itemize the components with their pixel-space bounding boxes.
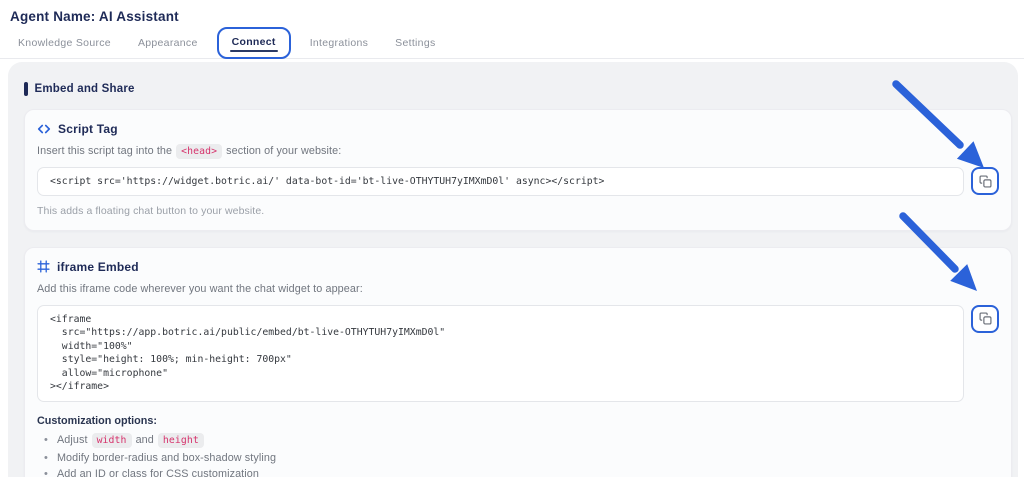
bullet-text: and — [135, 434, 154, 446]
iframe-code-box: <iframe src="https://app.botric.ai/publi… — [37, 304, 964, 402]
head-tag-inline-code: <head> — [176, 144, 223, 159]
bullet-text: Adjust — [56, 434, 88, 446]
description-suffix: section of your website: — [226, 145, 342, 157]
iframe-card-header: iframe Embed — [37, 260, 999, 274]
bullet-css-customization: Add an ID or class for CSS customization — [37, 468, 999, 477]
copy-script-button[interactable] — [971, 167, 999, 195]
tab-appearance[interactable]: Appearance — [138, 37, 198, 49]
tab-settings[interactable]: Settings — [395, 37, 435, 49]
copy-icon — [978, 312, 992, 325]
script-footnote: This adds a floating chat button to your… — [37, 204, 265, 217]
customization-bullets: Adjustwidthandheight Modify border-radiu… — [37, 432, 999, 477]
bullet-adjust-width-height: Adjustwidthandheight — [37, 432, 999, 448]
tab-knowledge-source[interactable]: Knowledge Source — [18, 37, 111, 49]
iframe-code-text: <iframe src="https://app.botric.ai/publi… — [50, 313, 446, 393]
page-title: Agent Name: AI Assistant — [10, 9, 179, 24]
script-tag-title: Script Tag — [58, 122, 118, 136]
script-code-text: <script src='https://widget.botric.ai/' … — [50, 176, 605, 187]
width-inline-code: width — [91, 432, 132, 448]
description-prefix: Insert this script tag into the — [37, 145, 173, 157]
code-brackets-icon — [37, 122, 51, 136]
tab-connect[interactable]: Connect — [216, 27, 291, 59]
connect-panel: Embed and Share Script Tag Insert this s… — [8, 62, 1018, 477]
embed-and-share-heading: Embed and Share — [24, 82, 1012, 96]
section-accent-bar — [24, 82, 28, 96]
copy-icon — [978, 174, 992, 188]
iframe-embed-card: iframe Embed Add this iframe code wherev… — [24, 246, 1012, 477]
height-inline-code: height — [157, 432, 204, 448]
connect-settings-page: Agent Name: AI Assistant Knowledge Sourc… — [0, 0, 1024, 477]
tab-bar: Knowledge Source Appearance Connect Inte… — [0, 27, 1024, 59]
script-tag-card: Script Tag Insert this script tag into t… — [24, 109, 1012, 231]
bullet-border-radius: Modify border-radius and box-shadow styl… — [37, 452, 999, 464]
script-tag-description: Insert this script tag into the <head> sec… — [37, 144, 999, 159]
section-title: Embed and Share — [34, 83, 135, 95]
frame-icon — [37, 260, 50, 273]
iframe-embed-title: iframe Embed — [57, 259, 139, 274]
iframe-code-row: <iframe src="https://app.botric.ai/publi… — [37, 304, 999, 402]
customization-options-heading: Customization options: — [37, 414, 157, 427]
tab-integrations[interactable]: Integrations — [310, 37, 368, 49]
copy-iframe-button[interactable] — [971, 304, 999, 333]
script-code-box: <script src='https://widget.botric.ai/' … — [37, 167, 964, 196]
iframe-description: Add this iframe code wherever you want t… — [37, 282, 363, 295]
script-code-row: <script src='https://widget.botric.ai/' … — [37, 167, 999, 196]
script-tag-card-header: Script Tag — [37, 122, 999, 136]
